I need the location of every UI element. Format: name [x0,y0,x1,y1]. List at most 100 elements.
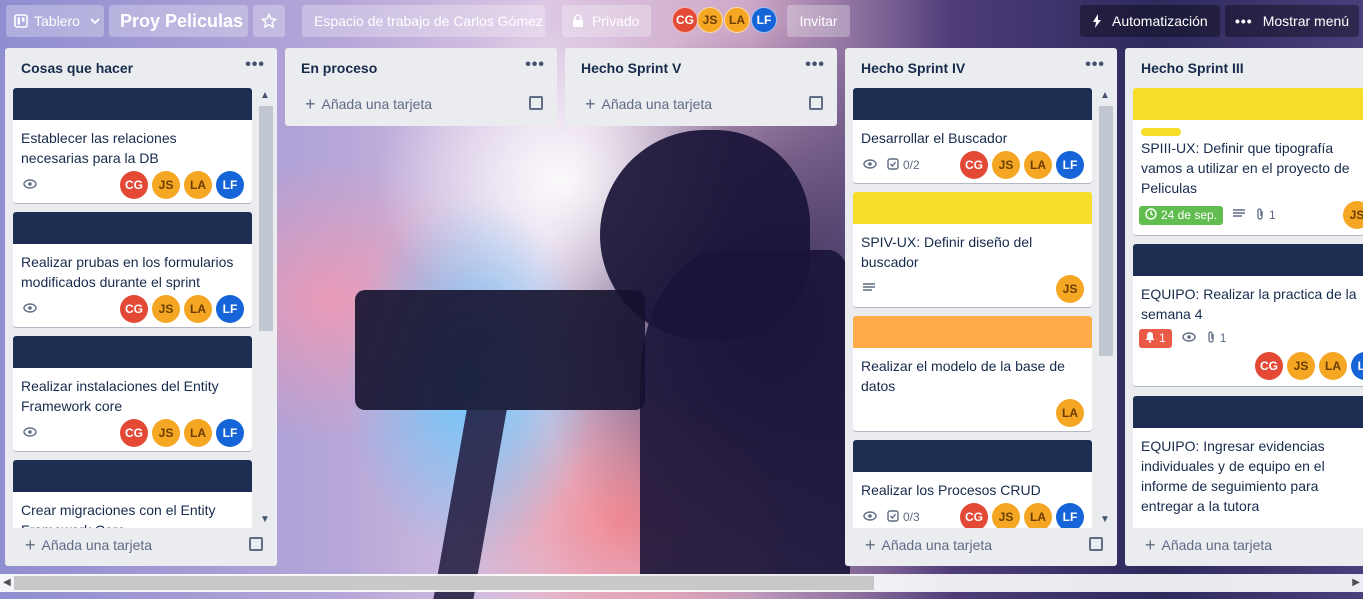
card[interactable]: SPIII-UX: Definir que tipografía vamos a… [1133,88,1363,235]
watch-icon [23,426,37,440]
scroll-down-icon[interactable]: ▼ [260,514,270,525]
card-member-avatar[interactable]: JS [1287,352,1315,380]
add-card-button[interactable]: + Añada una tarjeta [285,88,557,120]
list-menu-icon[interactable]: ••• [1085,56,1105,74]
watch-icon [1181,331,1196,345]
card-member-avatar[interactable]: JS [152,171,180,199]
card-title: Realizar prubas en los formularios modif… [21,254,234,290]
scrollbar-thumb[interactable] [259,106,273,331]
card-member-avatar[interactable]: LA [184,419,212,447]
card-member-avatar[interactable]: JS [152,419,180,447]
member-avatar-js[interactable]: JS [697,7,723,33]
board-horizontal-scrollbar[interactable]: ◀ ▶ [0,574,1363,592]
checklist-badge: 0/3 [887,509,920,525]
card[interactable]: Desarrollar el Buscador 0/2 CG JS LA LF [853,88,1092,183]
scrollbar-thumb[interactable] [1099,106,1113,356]
list-menu-icon[interactable]: ••• [805,56,825,74]
add-card-button[interactable]: + Añada una tarjeta [845,529,1117,561]
card[interactable]: Realizar el modelo de la base de datos L… [853,316,1092,431]
scroll-left-icon[interactable]: ◀ [3,577,11,588]
card-member-avatar[interactable]: LA [1319,352,1347,380]
card-template-icon[interactable] [249,537,263,551]
scrollbar-thumb[interactable] [14,576,874,590]
card-template-icon[interactable] [1089,537,1103,551]
card-cover [13,88,252,120]
list-title[interactable]: Hecho Sprint III [1125,48,1363,88]
card-member-avatar[interactable]: LF [216,171,244,199]
card[interactable]: Establecer las relaciones necesarias par… [13,88,252,203]
visibility-button[interactable]: Privado [562,5,651,37]
show-menu-button[interactable]: ••• Mostrar menú [1225,5,1359,37]
card[interactable]: Realizar prubas en los formularios modif… [13,212,252,327]
workspace-button[interactable]: Espacio de trabajo de Carlos Gómez [302,5,545,37]
card-member-avatar[interactable]: LF [1056,151,1084,179]
card-title: EQUIPO: Ingresar evidencias individuales… [1141,438,1325,514]
add-card-button[interactable]: + Añada una tarjeta [565,88,837,120]
scroll-up-icon[interactable]: ▲ [1100,90,1110,101]
card-label[interactable] [1141,128,1181,136]
paperclip-icon [1206,330,1216,346]
card-member-avatar[interactable]: LA [184,171,212,199]
list-title[interactable]: Hecho Sprint IV ••• [845,48,1117,88]
card-badges: 1 1 [1133,324,1363,352]
scroll-up-icon[interactable]: ▲ [260,90,270,101]
plus-icon: + [25,534,36,555]
list-scrollbar[interactable]: ▲ ▼ [1097,88,1113,528]
list-menu-icon[interactable]: ••• [245,56,265,74]
card-member-avatar[interactable]: JS [1056,275,1084,303]
card-member-avatar[interactable]: JS [152,295,180,323]
card-member-avatar[interactable]: CG [120,295,148,323]
card[interactable]: Realizar los Procesos CRUD 0/3 CG JS LA … [853,440,1092,528]
list-title[interactable]: Cosas que hacer ••• [5,48,277,88]
card-member-avatar[interactable]: LA [184,295,212,323]
card-title: Desarrollar el Buscador [861,130,1008,146]
scroll-right-icon[interactable]: ▶ [1352,577,1360,588]
card[interactable]: Realizar instalaciones del Entity Framew… [13,336,252,451]
card-template-icon[interactable] [529,96,543,110]
card-member-avatar[interactable]: CG [120,419,148,447]
card-member-avatar[interactable]: LA [1024,503,1052,528]
card-member-avatar[interactable]: LA [1024,151,1052,179]
card-member-avatar[interactable]: LF [216,419,244,447]
member-avatar-la[interactable]: LA [724,7,750,33]
card-member-avatar[interactable]: CG [960,151,988,179]
due-date-badge[interactable]: 24 de sep. [1139,205,1224,225]
invite-button[interactable]: Invitar [787,5,850,37]
watch-icon [23,302,37,316]
member-avatar-lf[interactable]: LF [751,7,777,33]
card-member-avatar[interactable]: JS [992,151,1020,179]
star-button[interactable] [253,5,285,37]
clock-icon [1145,207,1157,223]
board-switcher-button[interactable]: Tablero [6,5,104,37]
card-template-icon[interactable] [809,96,823,110]
card-member-avatar[interactable]: CG [1255,352,1283,380]
scroll-down-icon[interactable]: ▼ [1100,514,1110,525]
list-scrollbar[interactable]: ▲ ▼ [257,88,273,528]
list-cosas-que-hacer: Cosas que hacer ••• Establecer las relac… [5,48,277,566]
card[interactable]: SPIV-UX: Definir diseño del buscador JS [853,192,1092,307]
card[interactable]: Crear migraciones con el Entity Framewor… [13,460,252,528]
card-member-avatar[interactable]: LF [216,295,244,323]
card[interactable]: EQUIPO: Ingresar evidencias individuales… [1133,396,1363,528]
card-member-avatar[interactable]: LA [1056,399,1084,427]
card-member-avatar[interactable]: CG [960,503,988,528]
notification-badge[interactable]: 1 [1139,328,1172,348]
lightning-icon [1092,14,1102,28]
card-member-avatar[interactable]: LF [1351,352,1363,380]
board-title[interactable]: Proy Peliculas [109,5,248,37]
member-avatar-cg[interactable]: CG [672,7,698,33]
list-title[interactable]: Hecho Sprint V ••• [565,48,837,88]
card-member-avatar[interactable]: JS [992,503,1020,528]
card-member-avatar[interactable]: CG [120,171,148,199]
card-member-avatar[interactable]: JS [1343,201,1363,229]
automation-label: Automatización [1112,13,1208,29]
add-card-button[interactable]: + Añada una tarjeta [5,529,277,561]
automation-button[interactable]: Automatización [1080,5,1220,37]
card-member-avatar[interactable]: LF [1056,503,1084,528]
add-card-button[interactable]: + Añada una tarjeta [1125,529,1363,561]
list-title-text: Cosas que hacer [21,60,134,76]
list-menu-icon[interactable]: ••• [525,56,545,74]
list-title[interactable]: En proceso ••• [285,48,557,88]
card[interactable]: EQUIPO: Realizar la practica de la seman… [1133,244,1363,386]
list-en-proceso: En proceso ••• + Añada una tarjeta [285,48,557,126]
